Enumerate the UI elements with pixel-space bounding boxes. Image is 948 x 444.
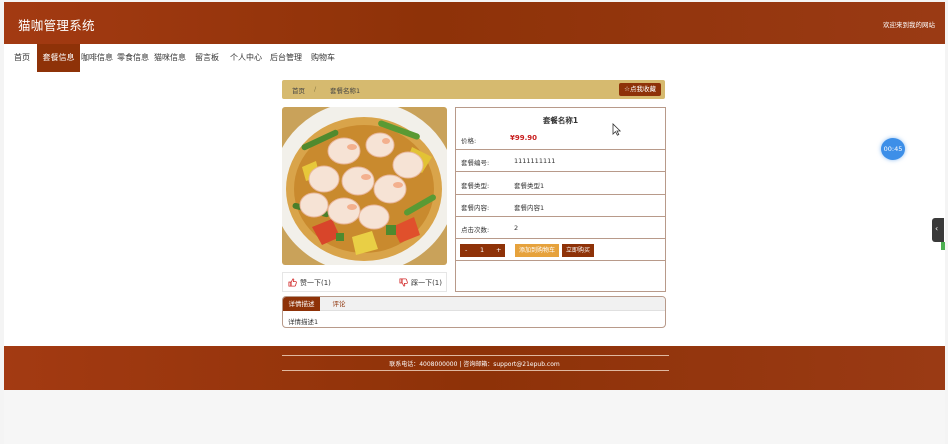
breadcrumb-separator: /: [314, 85, 317, 93]
tabs-header: 详情描述 评论: [283, 297, 665, 311]
clicks-row: 点击次数: 2: [456, 217, 665, 239]
price-value: ¥99.90: [510, 134, 538, 142]
welcome-text: 欢迎来到我的网站: [883, 21, 935, 29]
favorite-button[interactable]: ☆点我收藏: [619, 83, 661, 96]
type-label: 套餐类型:: [461, 182, 490, 190]
quantity-stepper: - 1 +: [460, 244, 505, 257]
tab-description[interactable]: 详情描述: [283, 297, 320, 311]
nav-item-coffee[interactable]: 咖啡信息: [81, 44, 113, 72]
clicks-value: 2: [514, 224, 519, 232]
price-label: 价格:: [461, 137, 477, 145]
type-value: 套餐类型1: [514, 182, 545, 190]
nav-item-admin[interactable]: 后台管理: [270, 44, 302, 72]
quantity-minus-button[interactable]: -: [465, 246, 467, 254]
buy-now-button[interactable]: 立即购买: [562, 244, 595, 257]
tab-content: 详情描述1: [288, 318, 319, 326]
breadcrumb-home[interactable]: 首页: [292, 85, 305, 95]
site-footer: 联系电话：4008000000 | 咨询邮箱：support@21epub.co…: [4, 346, 945, 390]
chevron-left-icon: ‹: [935, 224, 939, 233]
site-title[interactable]: 猫咖管理系统: [18, 15, 95, 34]
dislike-button[interactable]: 踩一下(1): [399, 278, 442, 288]
breadcrumb-current: 套餐名称1: [330, 87, 361, 95]
tab-comments[interactable]: 评论: [327, 297, 351, 311]
timer-badge[interactable]: 00:45: [881, 138, 905, 160]
side-indicator: [941, 242, 945, 250]
nav-item-cart[interactable]: 购物车: [311, 44, 335, 72]
nav-item-messages[interactable]: 留言板: [195, 44, 219, 72]
breadcrumb: 首页 / 套餐名称1 ☆点我收藏: [282, 80, 665, 99]
like-label: 赞一下(1): [300, 279, 331, 287]
detail-tabs: 详情描述 评论 详情描述1: [282, 296, 666, 328]
add-to-cart-button[interactable]: 添加到购物车: [515, 244, 560, 257]
footer-divider-top: [282, 355, 669, 356]
nav-item-cats[interactable]: 猫咪信息: [154, 44, 186, 72]
mouse-cursor-icon: [612, 123, 621, 136]
content-row: 套餐内容: 套餐内容1: [456, 195, 665, 217]
nav-item-profile[interactable]: 个人中心: [230, 44, 262, 72]
actions-row: - 1 + 添加到购物车 立即购买: [456, 239, 665, 261]
product-info-panel: 套餐名称1 价格: ¥99.90 套餐编号: 1111111111 套餐类型: …: [455, 107, 666, 292]
thumbs-down-icon: [399, 278, 408, 287]
like-button[interactable]: 赞一下(1): [288, 278, 331, 288]
code-label: 套餐编号:: [461, 159, 490, 167]
quantity-plus-button[interactable]: +: [496, 246, 501, 254]
product-image: [282, 107, 447, 265]
vote-row: 赞一下(1) 踩一下(1): [282, 272, 447, 292]
side-toggle-button[interactable]: ‹: [932, 218, 944, 242]
nav-item-home[interactable]: 首页: [14, 44, 30, 72]
footer-contact: 联系电话：4008000000 | 咨询邮箱：support@21epub.co…: [389, 361, 560, 368]
content-label: 套餐内容:: [461, 204, 490, 212]
page-bottom: [4, 390, 945, 444]
footer-divider-bottom: [282, 370, 669, 371]
content-value: 套餐内容1: [514, 204, 545, 212]
price-row: 价格: ¥99.90: [456, 108, 665, 150]
quantity-input[interactable]: 1: [480, 246, 484, 254]
code-value: 1111111111: [514, 157, 556, 165]
nav-item-snacks[interactable]: 零食信息: [117, 44, 149, 72]
site-header: 猫咖管理系统 欢迎来到我的网站: [4, 2, 945, 44]
main-nav: 首页 套餐信息 咖啡信息 零食信息 猫咪信息 留言板 个人中心 后台管理 购物车: [4, 44, 945, 72]
code-row: 套餐编号: 1111111111: [456, 150, 665, 172]
shrimp-dish-illustration: [282, 107, 447, 265]
dislike-label: 踩一下(1): [411, 279, 442, 287]
clicks-label: 点击次数:: [461, 226, 490, 234]
type-row: 套餐类型: 套餐类型1: [456, 172, 665, 195]
nav-item-packages[interactable]: 套餐信息: [37, 44, 80, 72]
thumbs-up-icon: [288, 278, 297, 287]
